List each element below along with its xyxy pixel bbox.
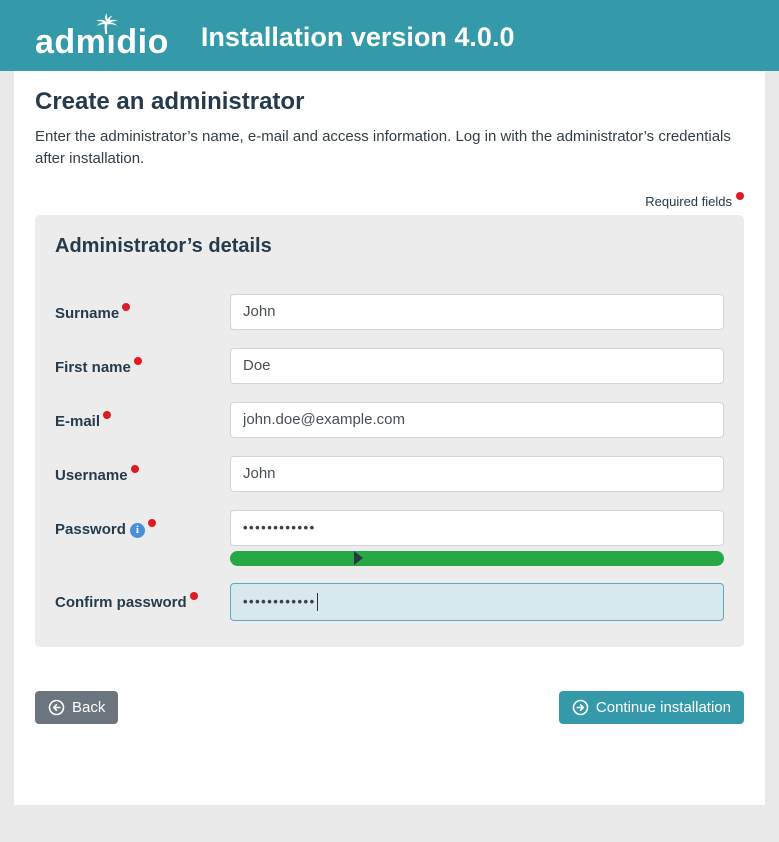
footer-actions: Back Continue installation	[35, 691, 744, 724]
page-title: Create an administrator	[35, 88, 744, 116]
required-fields-note: Required fields	[35, 192, 744, 209]
confirm-password-input[interactable]: ••••••••••••	[230, 583, 724, 621]
text-cursor	[317, 593, 319, 611]
surname-label: Surname	[55, 294, 230, 322]
palm-tree-icon	[91, 7, 122, 41]
info-circle-icon[interactable]: i	[130, 523, 145, 538]
app-header: admıdio Installation version 4.0.0	[0, 0, 779, 71]
back-button[interactable]: Back	[35, 691, 118, 724]
required-fields-label: Required fields	[645, 194, 732, 209]
red-dot-indicator	[131, 465, 139, 473]
administrator-details-panel: Administrator’s details Surname First na…	[35, 215, 744, 647]
red-dot-indicator	[122, 303, 130, 311]
red-dot-indicator	[190, 592, 198, 600]
red-dot-indicator	[134, 357, 142, 365]
confirm-password-label: Confirm password	[55, 583, 230, 611]
password-label: Passwordi	[55, 510, 230, 538]
password-strength-marker	[354, 551, 363, 565]
username-label: Username	[55, 456, 230, 484]
red-dot-indicator	[103, 411, 111, 419]
arrow-right-circle-icon	[572, 699, 589, 716]
email-label: E-mail	[55, 402, 230, 430]
red-dot-indicator	[148, 519, 156, 527]
page-description: Enter the administrator’s name, e-mail a…	[35, 126, 735, 170]
form-row-confirm-password: Confirm password ••••••••••••	[55, 583, 724, 621]
installation-title: Installation version 4.0.0	[201, 18, 515, 53]
continue-installation-button[interactable]: Continue installation	[559, 691, 744, 724]
form-row-password: Passwordi	[55, 510, 724, 546]
password-strength-bar	[230, 551, 724, 566]
admidio-logo: admıdio	[35, 13, 169, 59]
password-input[interactable]	[230, 510, 724, 546]
red-dot-indicator	[736, 192, 744, 200]
password-strength-row	[230, 551, 724, 566]
form-row-email: E-mail	[55, 402, 724, 438]
form-row-username: Username	[55, 456, 724, 492]
form-row-first-name: First name	[55, 348, 724, 384]
form-row-surname: Surname	[55, 294, 724, 330]
content-card: Create an administrator Enter the admini…	[14, 71, 765, 805]
email-input[interactable]	[230, 402, 724, 438]
first-name-label: First name	[55, 348, 230, 376]
surname-input[interactable]	[230, 294, 724, 330]
first-name-input[interactable]	[230, 348, 724, 384]
logo-text-post: dio	[116, 23, 168, 61]
username-input[interactable]	[230, 456, 724, 492]
panel-title: Administrator’s details	[55, 235, 724, 258]
arrow-left-circle-icon	[48, 699, 65, 716]
